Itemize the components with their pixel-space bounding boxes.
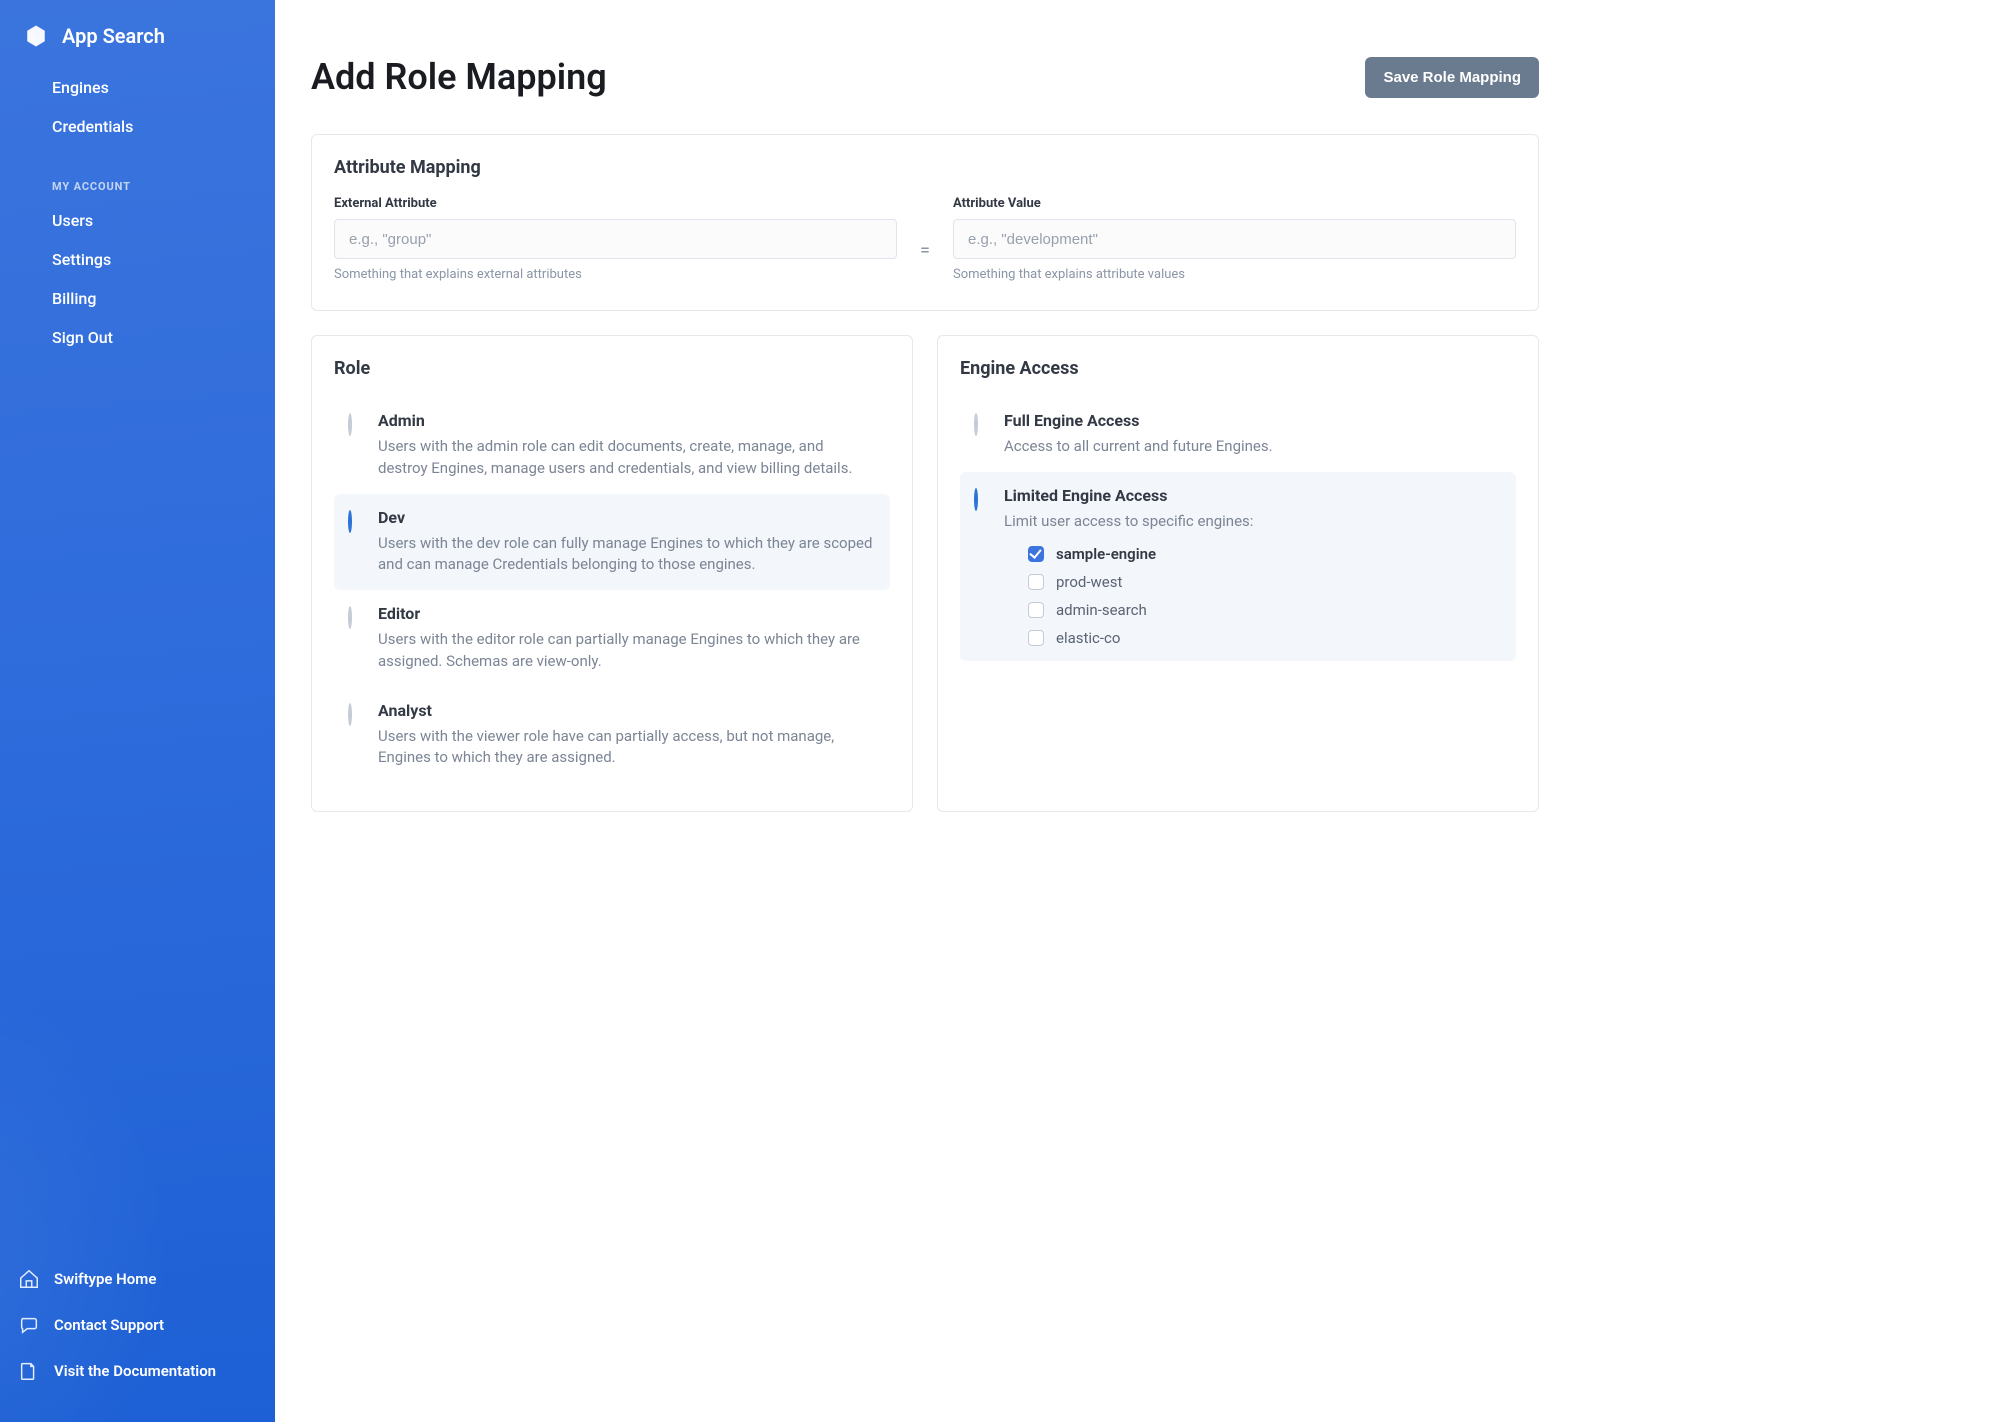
role-title: Role <box>334 358 890 379</box>
engine-access-option-label: Limited Engine Access <box>1004 486 1167 505</box>
engine-label: sample-engine <box>1056 545 1156 563</box>
nav-account-heading: MY ACCOUNT <box>0 162 275 201</box>
engine-access-panel: Engine Access Full Engine Access Access … <box>937 335 1539 812</box>
external-attribute-label: External Attribute <box>334 196 897 211</box>
sidebar-item-credentials[interactable]: Credentials <box>0 107 275 146</box>
app-search-logo-icon <box>22 22 50 50</box>
checkbox-icon <box>1028 546 1044 562</box>
role-options: Admin Users with the admin role can edit… <box>334 397 890 783</box>
checkbox-icon <box>1028 630 1044 646</box>
brand-title: App Search <box>62 24 165 48</box>
engine-checklist: sample-engine prod-west ad <box>1004 545 1502 647</box>
sidebar-item-signout[interactable]: Sign Out <box>0 318 275 357</box>
role-option-label: Dev <box>378 508 405 527</box>
nav-top: Engines Credentials <box>0 60 275 154</box>
engine-label: admin-search <box>1056 601 1147 619</box>
engine-check-sample-engine[interactable]: sample-engine <box>1028 545 1502 563</box>
link-label: Swiftype Home <box>54 1270 156 1288</box>
attribute-value-help: Something that explains attribute values <box>953 267 1516 282</box>
role-option-label: Editor <box>378 604 420 623</box>
engine-access-option-desc: Limit user access to specific engines: <box>1004 511 1502 533</box>
attribute-value-input[interactable] <box>953 219 1516 259</box>
role-option-label: Admin <box>378 411 425 430</box>
role-panel: Role Admin Users with the admin role can… <box>311 335 913 812</box>
role-option-editor[interactable]: Editor Users with the editor role can pa… <box>334 590 890 687</box>
role-option-desc: Users with the dev role can fully manage… <box>378 533 876 577</box>
role-option-label: Analyst <box>378 701 432 720</box>
role-option-desc: Users with the editor role can partially… <box>378 629 876 673</box>
sidebar: App Search Engines Credentials MY ACCOUN… <box>0 0 275 1422</box>
engine-access-option-label: Full Engine Access <box>1004 411 1139 430</box>
engine-access-title: Engine Access <box>960 358 1516 379</box>
page-title: Add Role Mapping <box>311 56 607 98</box>
book-icon <box>18 1360 40 1382</box>
role-option-analyst[interactable]: Analyst Users with the viewer role have … <box>334 687 890 784</box>
attribute-value-label: Attribute Value <box>953 196 1516 211</box>
external-attribute-field: External Attribute Something that explai… <box>334 196 897 282</box>
engine-access-option-desc: Access to all current and future Engines… <box>1004 436 1273 458</box>
role-option-dev[interactable]: Dev Users with the dev role can fully ma… <box>334 494 890 591</box>
main-content: Add Role Mapping Save Role Mapping Attri… <box>275 0 1999 1422</box>
engine-check-elastic-co[interactable]: elastic-co <box>1028 629 1502 647</box>
nav-account: MY ACCOUNT Users Settings Billing Sign O… <box>0 154 275 365</box>
external-attribute-input[interactable] <box>334 219 897 259</box>
link-label: Contact Support <box>54 1316 164 1334</box>
attribute-mapping-panel: Attribute Mapping External Attribute Som… <box>311 134 1539 311</box>
brand: App Search <box>0 0 275 60</box>
page-header: Add Role Mapping Save Role Mapping <box>311 56 1539 98</box>
sidebar-item-billing[interactable]: Billing <box>0 279 275 318</box>
checkbox-icon <box>1028 574 1044 590</box>
sidebar-item-users[interactable]: Users <box>0 201 275 240</box>
link-swiftype-home[interactable]: Swiftype Home <box>0 1256 275 1302</box>
sidebar-bottom-links: Swiftype Home Contact Support Visit the … <box>0 1248 275 1422</box>
role-option-admin[interactable]: Admin Users with the admin role can edit… <box>334 397 890 494</box>
radio-icon <box>974 490 990 506</box>
external-attribute-help: Something that explains external attribu… <box>334 267 897 282</box>
engine-label: elastic-co <box>1056 629 1120 647</box>
chat-icon <box>18 1314 40 1336</box>
role-option-desc: Users with the viewer role have can part… <box>378 726 876 770</box>
radio-icon <box>974 415 990 431</box>
link-documentation[interactable]: Visit the Documentation <box>0 1348 275 1394</box>
engine-check-admin-search[interactable]: admin-search <box>1028 601 1502 619</box>
radio-icon <box>348 608 364 624</box>
equals-icon: = <box>911 196 939 282</box>
engine-access-options: Full Engine Access Access to all current… <box>960 397 1516 661</box>
radio-icon <box>348 705 364 721</box>
radio-icon <box>348 512 364 528</box>
home-icon <box>18 1268 40 1290</box>
sidebar-item-engines[interactable]: Engines <box>0 68 275 107</box>
link-contact-support[interactable]: Contact Support <box>0 1302 275 1348</box>
save-role-mapping-button[interactable]: Save Role Mapping <box>1365 57 1539 98</box>
attribute-value-field: Attribute Value Something that explains … <box>953 196 1516 282</box>
sidebar-item-settings[interactable]: Settings <box>0 240 275 279</box>
engine-label: prod-west <box>1056 573 1122 591</box>
checkbox-icon <box>1028 602 1044 618</box>
link-label: Visit the Documentation <box>54 1362 216 1380</box>
role-option-desc: Users with the admin role can edit docum… <box>378 436 876 480</box>
radio-icon <box>348 415 364 431</box>
engine-check-prod-west[interactable]: prod-west <box>1028 573 1502 591</box>
attribute-mapping-title: Attribute Mapping <box>334 157 1516 178</box>
engine-access-option-full[interactable]: Full Engine Access Access to all current… <box>960 397 1516 472</box>
engine-access-option-limited[interactable]: Limited Engine Access Limit user access … <box>960 472 1516 661</box>
